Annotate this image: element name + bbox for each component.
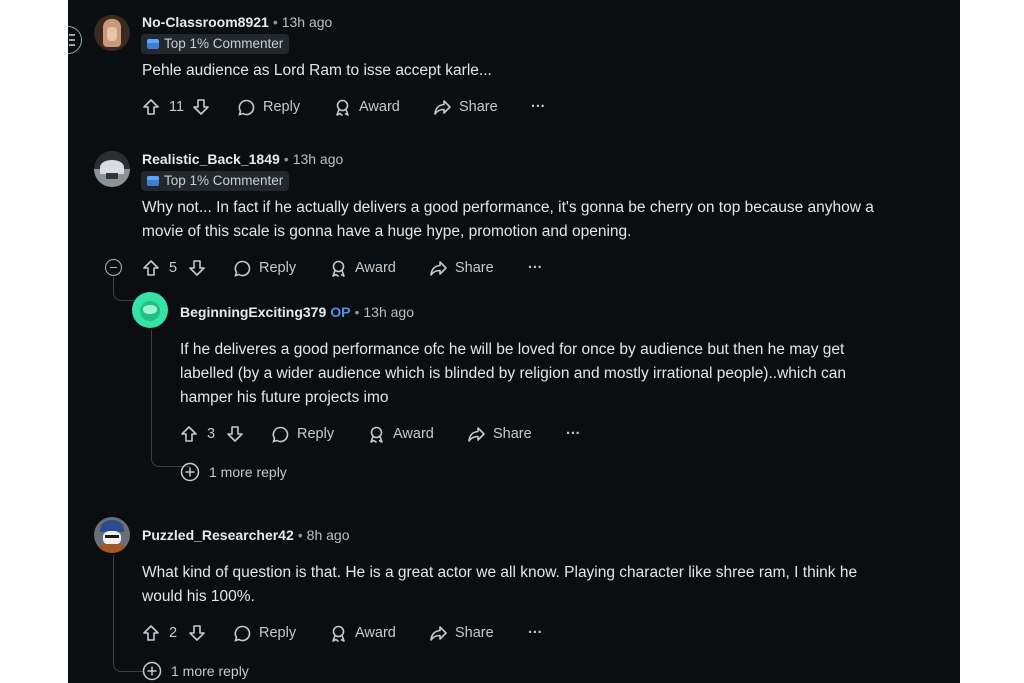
reply-button[interactable]: Reply bbox=[233, 623, 296, 643]
comment-actions: 2 Reply Award Share ··· bbox=[142, 623, 562, 643]
share-icon bbox=[430, 625, 447, 641]
comment-bubble-icon bbox=[234, 625, 251, 642]
vote-count: 2 bbox=[169, 625, 178, 641]
author-name[interactable]: Puzzled_Researcher42 bbox=[142, 527, 294, 543]
comment-meta: Puzzled_Researcher42 • 8h ago bbox=[142, 527, 350, 543]
more-options-button[interactable]: ··· bbox=[528, 623, 543, 643]
comment-4: Puzzled_Researcher42 • 8h ago What kind of… bbox=[68, 0, 960, 683]
downvote-button[interactable] bbox=[188, 623, 206, 643]
comment-body: What kind of question is that. He is a g… bbox=[142, 561, 857, 609]
share-label: Share bbox=[455, 625, 494, 641]
more-replies-label: 1 more reply bbox=[171, 663, 249, 679]
award-label: Award bbox=[355, 625, 396, 641]
plus-circle-icon bbox=[142, 661, 162, 681]
award-icon bbox=[332, 625, 345, 642]
comment-text-line: would his 100%. bbox=[142, 588, 255, 605]
avatar[interactable] bbox=[94, 517, 130, 553]
downvote-icon bbox=[189, 625, 205, 641]
timestamp[interactable]: 8h ago bbox=[307, 527, 350, 543]
share-button[interactable]: Share bbox=[429, 623, 494, 643]
award-button[interactable]: Award bbox=[329, 623, 396, 643]
comment-thread-panel: No-Classroom8921 • 13h ago Top 1% Commente… bbox=[68, 0, 960, 683]
upvote-icon bbox=[143, 625, 159, 641]
more-options-icon: ··· bbox=[528, 625, 543, 641]
reply-label: Reply bbox=[259, 625, 297, 641]
comment-text-line: What kind of question is that. He is a g… bbox=[142, 564, 858, 581]
more-replies-button[interactable]: 1 more reply bbox=[142, 661, 249, 681]
upvote-button[interactable] bbox=[142, 623, 160, 643]
thread-line bbox=[113, 555, 144, 672]
meta-separator: • bbox=[297, 527, 303, 543]
